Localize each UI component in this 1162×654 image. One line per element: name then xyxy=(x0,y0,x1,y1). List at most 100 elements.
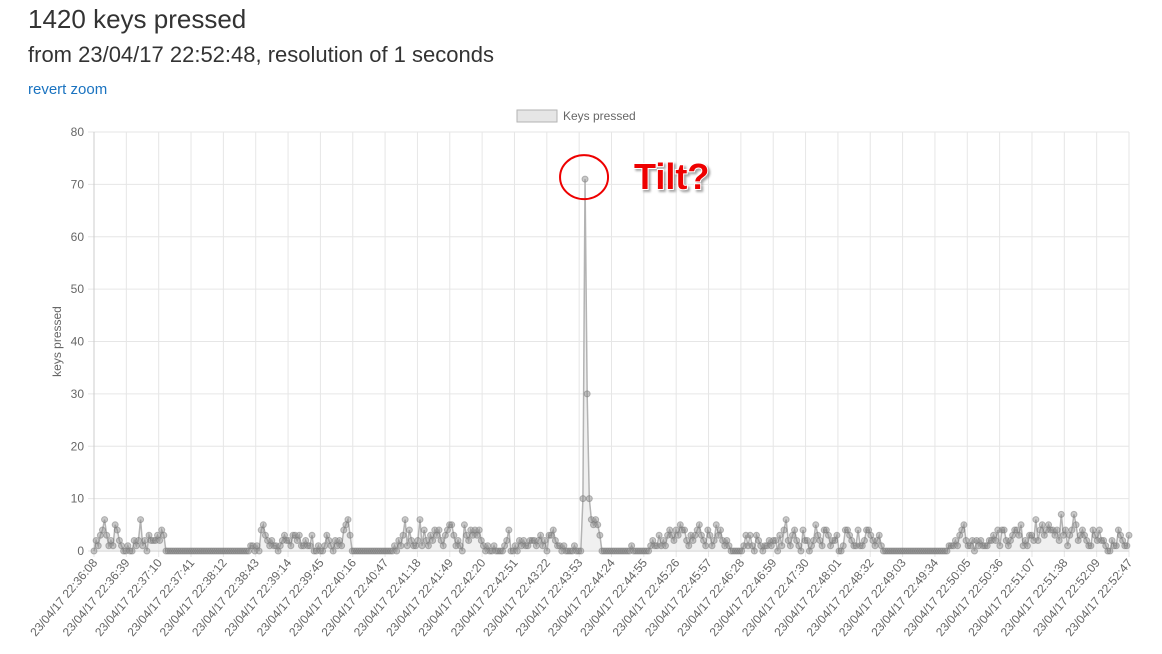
data-point[interactable] xyxy=(1070,510,1078,518)
data-point[interactable] xyxy=(156,537,164,545)
data-point[interactable] xyxy=(439,542,447,550)
data-point[interactable] xyxy=(399,531,407,539)
data-point[interactable] xyxy=(594,521,602,529)
data-point[interactable] xyxy=(549,526,557,534)
data-point[interactable] xyxy=(854,526,862,534)
legend-label[interactable]: Keys pressed xyxy=(563,109,636,123)
data-point[interactable] xyxy=(1023,542,1031,550)
data-point[interactable] xyxy=(141,537,149,545)
data-point[interactable] xyxy=(503,537,511,545)
data-point[interactable] xyxy=(414,537,422,545)
data-point[interactable] xyxy=(1106,547,1114,555)
data-point[interactable] xyxy=(1087,542,1095,550)
data-point[interactable] xyxy=(970,547,978,555)
data-point[interactable] xyxy=(137,516,145,524)
data-point[interactable] xyxy=(681,526,689,534)
data-point[interactable] xyxy=(674,531,682,539)
data-point[interactable] xyxy=(750,547,758,555)
data-point[interactable] xyxy=(346,531,354,539)
data-point[interactable] xyxy=(418,542,426,550)
data-point[interactable] xyxy=(717,526,724,534)
data-point[interactable] xyxy=(435,526,443,534)
data-point[interactable] xyxy=(685,542,693,550)
data-point[interactable] xyxy=(94,542,102,550)
data-point[interactable] xyxy=(786,542,794,550)
data-point[interactable] xyxy=(255,547,263,555)
data-point[interactable] xyxy=(537,531,545,539)
data-point[interactable] xyxy=(1055,537,1063,545)
data-point[interactable] xyxy=(581,175,589,183)
data-point[interactable] xyxy=(416,516,424,524)
data-point[interactable] xyxy=(799,526,807,534)
data-point[interactable] xyxy=(505,526,513,534)
data-point[interactable] xyxy=(1123,542,1131,550)
data-point[interactable] xyxy=(1053,526,1061,534)
data-point[interactable] xyxy=(1032,516,1040,524)
data-point[interactable] xyxy=(460,521,468,529)
data-point[interactable] xyxy=(960,521,968,529)
data-point[interactable] xyxy=(420,526,428,534)
data-point[interactable] xyxy=(465,537,473,545)
data-point[interactable] xyxy=(1064,542,1072,550)
data-point[interactable] xyxy=(338,542,346,550)
data-point[interactable] xyxy=(712,521,720,529)
data-point[interactable] xyxy=(780,526,788,534)
data-point[interactable] xyxy=(596,531,604,539)
data-point[interactable] xyxy=(992,537,1000,545)
data-point[interactable] xyxy=(833,531,841,539)
data-point[interactable] xyxy=(308,531,316,539)
data-point[interactable] xyxy=(450,531,458,539)
data-point[interactable] xyxy=(429,537,437,545)
data-point[interactable] xyxy=(1017,521,1025,529)
data-point[interactable] xyxy=(1057,510,1065,518)
data-point[interactable] xyxy=(778,542,786,550)
data-point[interactable] xyxy=(128,547,136,555)
data-point[interactable] xyxy=(109,542,117,550)
legend-swatch[interactable] xyxy=(516,109,558,123)
data-point[interactable] xyxy=(448,521,456,529)
data-point[interactable] xyxy=(1038,521,1046,529)
data-point[interactable] xyxy=(583,390,591,398)
data-point[interactable] xyxy=(1000,526,1008,534)
data-point[interactable] xyxy=(101,516,109,524)
data-point[interactable] xyxy=(772,537,780,545)
data-point[interactable] xyxy=(824,531,832,539)
data-point[interactable] xyxy=(143,547,151,555)
data-point[interactable] xyxy=(543,547,551,555)
data-point[interactable] xyxy=(782,516,790,524)
data-point[interactable] xyxy=(746,531,754,539)
data-point[interactable] xyxy=(424,542,432,550)
data-point[interactable] xyxy=(513,547,521,555)
data-point[interactable] xyxy=(1015,531,1023,539)
data-point[interactable] xyxy=(329,547,337,555)
data-point[interactable] xyxy=(321,542,329,550)
data-point[interactable] xyxy=(803,537,811,545)
data-point[interactable] xyxy=(875,531,883,539)
data-point[interactable] xyxy=(702,542,710,550)
data-point[interactable] xyxy=(306,542,314,550)
data-point[interactable] xyxy=(818,542,826,550)
data-point[interactable] xyxy=(810,537,818,545)
data-point[interactable] xyxy=(1062,526,1069,534)
data-point[interactable] xyxy=(393,547,401,555)
data-point[interactable] xyxy=(160,531,168,539)
data-point[interactable] xyxy=(541,537,549,545)
data-point[interactable] xyxy=(579,495,587,503)
data-point[interactable] xyxy=(1072,521,1080,529)
data-point[interactable] xyxy=(774,547,782,555)
data-point[interactable] xyxy=(287,542,295,550)
data-point[interactable] xyxy=(98,526,106,534)
data-point[interactable] xyxy=(113,526,121,534)
data-point[interactable] xyxy=(401,516,409,524)
data-point[interactable] xyxy=(1034,537,1042,545)
data-point[interactable] xyxy=(405,526,413,534)
data-point[interactable] xyxy=(458,547,466,555)
data-point[interactable] xyxy=(670,537,678,545)
data-point[interactable] xyxy=(397,542,405,550)
data-point[interactable] xyxy=(710,537,718,545)
data-point[interactable] xyxy=(661,542,669,550)
data-point[interactable] xyxy=(403,542,411,550)
data-point[interactable] xyxy=(103,531,111,539)
data-point[interactable] xyxy=(797,547,805,555)
data-point[interactable] xyxy=(695,521,703,529)
